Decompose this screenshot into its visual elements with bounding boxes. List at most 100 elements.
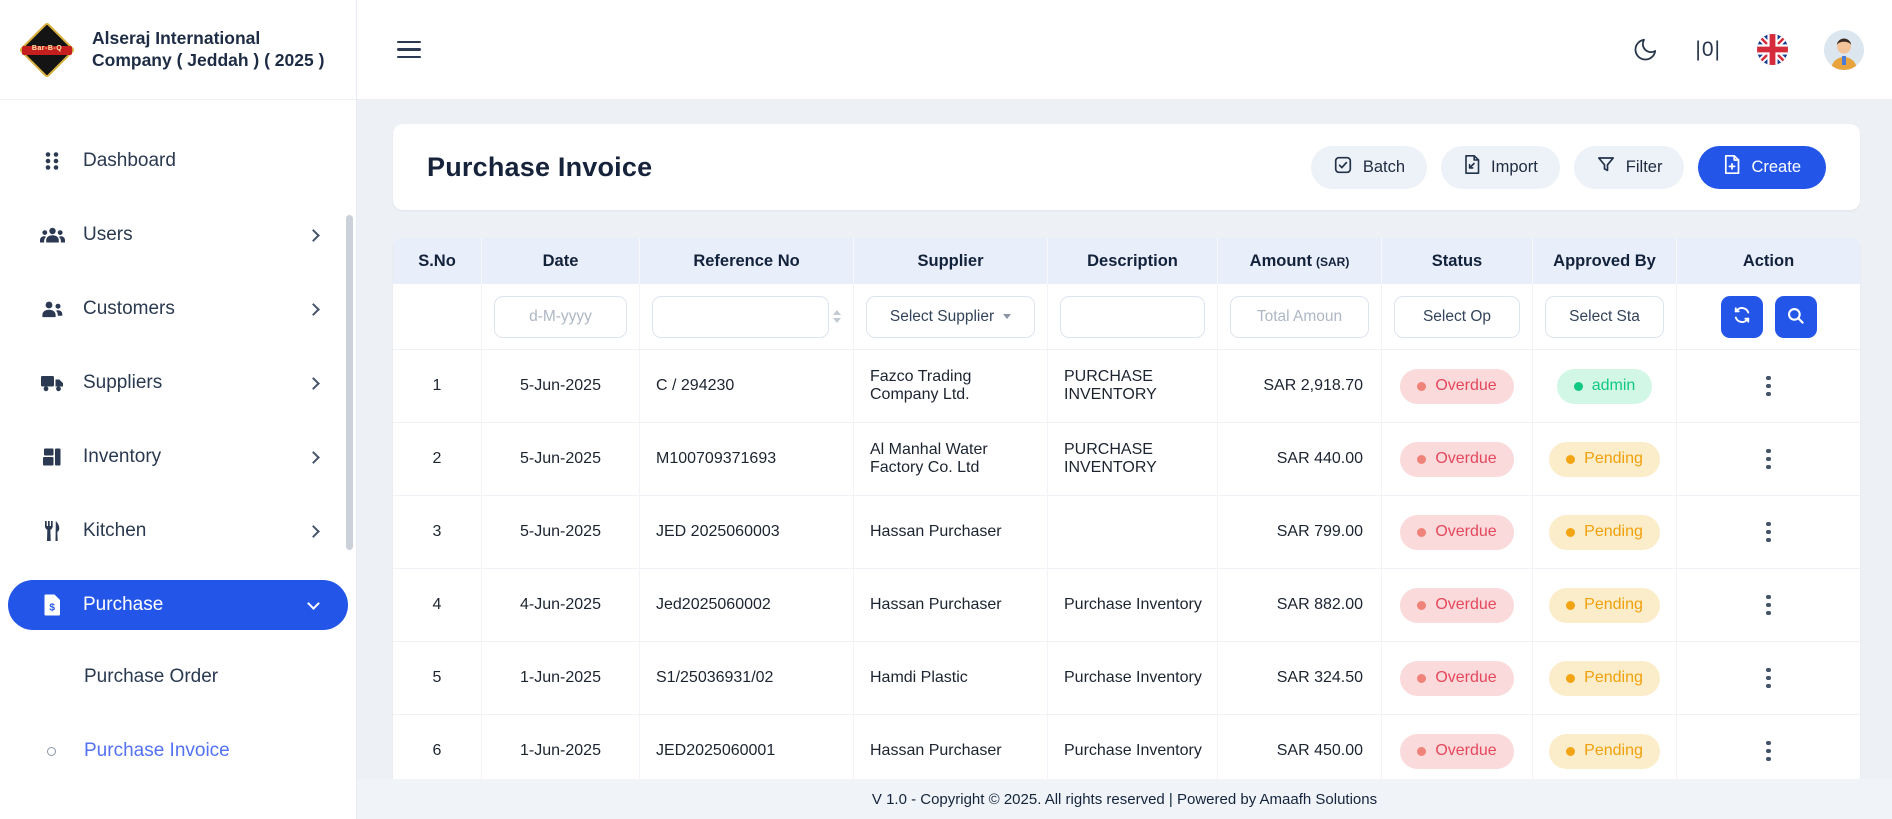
status-dot-icon: [1417, 747, 1426, 756]
sidebar-scrollbar[interactable]: [346, 215, 353, 550]
row-actions-kebab-icon[interactable]: [1760, 735, 1777, 768]
approved-badge: Pending: [1549, 734, 1660, 769]
cell-action: [1677, 569, 1860, 642]
sidebar-item-inventory[interactable]: Inventory: [8, 432, 348, 482]
cell-supplier: Hassan Purchaser: [854, 569, 1048, 642]
approved-dot-icon: [1566, 528, 1575, 537]
approved-dot-icon: [1566, 747, 1575, 756]
cell-date: 1-Jun-2025: [482, 642, 640, 715]
amount-unit: (SAR): [1316, 255, 1349, 269]
subitem-label: Purchase Invoice: [84, 740, 230, 762]
main-area: |0| Purchase Invoice Batch: [357, 0, 1892, 819]
table-row[interactable]: 1 5-Jun-2025 C / 294230 Fazco Trading Co…: [393, 350, 1860, 423]
cell-sno: 6: [393, 715, 482, 788]
col-header-date: Date: [482, 238, 640, 284]
approved-dot-icon: [1566, 601, 1575, 610]
approved-select-value: Select Sta: [1569, 308, 1640, 326]
app-window: Bar-B-Q Alseraj International Company ( …: [0, 0, 1892, 819]
table-row[interactable]: 6 1-Jun-2025 JED2025060001 Hassan Purcha…: [393, 715, 1860, 788]
description-filter-input[interactable]: [1060, 296, 1205, 338]
sidebar-item-label: Customers: [83, 298, 175, 320]
language-flag-icon[interactable]: [1757, 34, 1788, 65]
row-actions-kebab-icon[interactable]: [1760, 516, 1777, 549]
cell-reference: JED 2025060003: [640, 496, 854, 569]
number-spinner[interactable]: [833, 310, 841, 323]
cell-status: Overdue: [1382, 642, 1533, 715]
row-actions-kebab-icon[interactable]: [1760, 443, 1777, 476]
status-filter-select[interactable]: Select Op: [1394, 296, 1520, 338]
filter-supplier-cell: Select Supplier: [854, 284, 1048, 350]
status-badge: Overdue: [1400, 515, 1513, 550]
cell-date: 5-Jun-2025: [482, 423, 640, 496]
sidebar-subitem-purchase-order[interactable]: Purchase Order: [8, 654, 348, 700]
import-button[interactable]: Import: [1441, 146, 1560, 189]
sidebar-item-purchase[interactable]: $ Purchase: [8, 580, 348, 630]
sidebar-item-users[interactable]: Users: [8, 210, 348, 260]
cell-status: Overdue: [1382, 496, 1533, 569]
reference-filter-input[interactable]: [652, 296, 829, 338]
funnel-icon: [1596, 155, 1616, 180]
col-header-reference: Reference No: [640, 238, 854, 284]
cell-approved: Pending: [1533, 715, 1677, 788]
sidebar-item-kitchen[interactable]: Kitchen: [8, 506, 348, 556]
approved-filter-select[interactable]: Select Sta: [1545, 296, 1664, 338]
table-row[interactable]: 3 5-Jun-2025 JED 2025060003 Hassan Purch…: [393, 496, 1860, 569]
table-row[interactable]: 5 1-Jun-2025 S1/25036931/02 Hamdi Plasti…: [393, 642, 1860, 715]
sidebar-item-customers[interactable]: Customers: [8, 284, 348, 334]
col-header-sno: S.No: [393, 238, 482, 284]
dark-mode-toggle-moon-icon[interactable]: [1632, 36, 1659, 63]
hamburger-menu-icon[interactable]: [397, 41, 421, 59]
chevron-right-icon: [307, 377, 320, 390]
cell-action: [1677, 496, 1860, 569]
svg-text:$: $: [49, 603, 55, 614]
amount-filter-input[interactable]: [1230, 296, 1369, 338]
page-header-card: Purchase Invoice Batch Import: [393, 124, 1860, 210]
company-logo: Bar-B-Q: [18, 21, 76, 79]
cell-status: Overdue: [1382, 569, 1533, 642]
sidebar-subitem-purchase-invoice[interactable]: Purchase Invoice: [8, 728, 348, 774]
chevron-right-icon: [307, 303, 320, 316]
user-avatar[interactable]: [1824, 30, 1864, 70]
supplier-filter-select[interactable]: Select Supplier: [866, 296, 1035, 338]
sidebar-item-suppliers[interactable]: Suppliers: [8, 358, 348, 408]
cell-amount: SAR 882.00: [1218, 569, 1382, 642]
batch-button[interactable]: Batch: [1311, 146, 1427, 189]
bullet-icon: [47, 747, 56, 756]
cell-sno: 4: [393, 569, 482, 642]
dashboard-icon: [38, 150, 66, 172]
cell-sno: 5: [393, 642, 482, 715]
filter-reference-cell: [640, 284, 854, 350]
cell-date: 1-Jun-2025: [482, 715, 640, 788]
cell-supplier: Hamdi Plastic: [854, 642, 1048, 715]
row-actions-kebab-icon[interactable]: [1760, 662, 1777, 695]
users-icon: [38, 225, 66, 246]
status-dot-icon: [1417, 455, 1426, 464]
table-row[interactable]: 2 5-Jun-2025 M100709371693 Al Manhal Wat…: [393, 423, 1860, 496]
row-actions-kebab-icon[interactable]: [1760, 589, 1777, 622]
table-row[interactable]: 4 4-Jun-2025 Jed2025060002 Hassan Purcha…: [393, 569, 1860, 642]
filter-date-cell: [482, 284, 640, 350]
chevron-right-icon: [307, 451, 320, 464]
filter-description-cell: [1048, 284, 1218, 350]
sidebar-item-dashboard[interactable]: Dashboard: [8, 136, 348, 186]
file-plus-icon: [1723, 154, 1741, 180]
status-badge: Overdue: [1400, 734, 1513, 769]
cell-sno: 3: [393, 496, 482, 569]
create-button[interactable]: Create: [1698, 146, 1826, 189]
date-filter-input[interactable]: [494, 296, 627, 338]
columns-icon[interactable]: |0|: [1695, 38, 1721, 62]
filter-button[interactable]: Filter: [1574, 146, 1685, 189]
batch-button-label: Batch: [1363, 158, 1405, 177]
cell-date: 4-Jun-2025: [482, 569, 640, 642]
invoice-table: S.No Date Reference No Supplier Descript…: [393, 238, 1860, 794]
truck-icon: [38, 373, 66, 393]
row-actions-kebab-icon[interactable]: [1760, 370, 1777, 403]
reset-filters-button[interactable]: [1721, 296, 1763, 338]
cell-amount: SAR 440.00: [1218, 423, 1382, 496]
sidebar-item-label: Dashboard: [83, 150, 176, 172]
search-button[interactable]: [1775, 296, 1817, 338]
cell-amount: SAR 2,918.70: [1218, 350, 1382, 423]
search-icon: [1786, 306, 1805, 328]
cell-supplier: Fazco Trading Company Ltd.: [854, 350, 1048, 423]
status-badge: Overdue: [1400, 369, 1513, 404]
